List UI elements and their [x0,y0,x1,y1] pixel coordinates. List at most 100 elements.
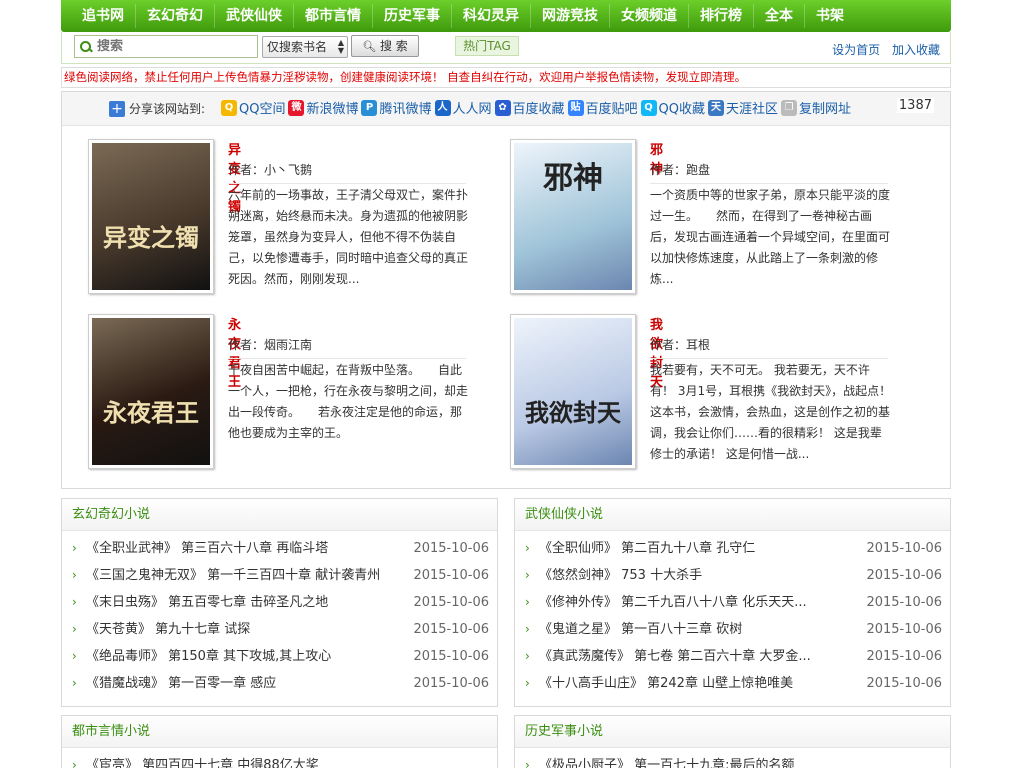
chapter-link[interactable]: 《鬼道之星》 第一百八十三章 砍树 [539,616,742,643]
book-cover[interactable]: 异变之镯 [88,139,214,294]
category-list: › 《全职业武神》 第三百六十八章 再临斗塔 2015-10-06 › 《三国之鬼神无双… [62,531,497,697]
nav-item-5[interactable]: 科幻灵异 [451,4,530,28]
list-item: › 《猎魔战魂》 第一百零一章 感应 2015-10-06 [62,670,497,697]
share-link-7[interactable]: 天天涯社区 [708,98,778,117]
hot-tag-button[interactable]: 热门TAG [455,36,519,56]
share-link-label: 百度贴吧 [585,102,638,117]
nav-item-0[interactable]: 追书网 [71,4,135,28]
nav-item-4[interactable]: 历史军事 [372,4,451,28]
share-link-5[interactable]: 贴百度贴吧 [567,98,638,117]
share-link-2[interactable]: P 腾讯微博 [361,98,432,117]
chapter-link[interactable]: 《末日虫殇》 第五百零七章 击碎圣凡之地 [86,589,328,616]
chevron-right-icon: › [525,676,530,690]
share-link-label: 人人网 [452,102,492,117]
chapter-link[interactable]: 《绝品毒师》 第150章 其下攻城,其上攻心 [86,643,331,670]
share-count: 1387 [896,98,934,113]
search-input-wrapper[interactable] [74,35,258,58]
chapter-date: 2015-10-06 [866,568,942,583]
category-box: 武侠仙侠小说 › 《全职仙师》 第二百九十八章 孔守仁 2015-10-06 › 《悠然剑… [514,498,951,707]
chapter-date: 2015-10-06 [413,649,489,664]
share-link-3[interactable]: 人人人网 [434,98,492,117]
chapter-date: 2015-10-06 [866,595,942,610]
book-cover[interactable]: 我欲封天 [510,314,636,469]
chevron-right-icon: › [525,541,530,555]
chevron-right-icon: › [525,622,530,636]
copy-icon: ❐ [781,99,798,116]
nav-item-7[interactable]: 女频频道 [609,4,688,28]
category-title[interactable]: 都市言情小说 [62,716,497,748]
share-link-label: QQ收藏 [658,102,706,117]
category-box: 玄幻奇幻小说 › 《全职业武神》 第三百六十八章 再临斗塔 2015-10-06 › 《三… [61,498,498,707]
book-description: 千夜自困苦中崛起，在背叛中坠落。 自此一个人，一把枪，行在永夜与黎明之间，却走出… [228,363,469,440]
chapter-link[interactable]: 《修神外传》 第二千九百八十八章 化乐天天... [539,589,807,616]
search-button[interactable]: 🔍︎ 搜 索 [351,35,419,57]
nav-item-9[interactable]: 全本 [753,4,804,28]
chapter-date: 2015-10-06 [866,649,942,664]
chevron-right-icon: › [72,676,77,690]
list-item: › 《全职业武神》 第三百六十八章 再临斗塔 2015-10-06 [62,535,497,562]
book-author: 作者：小丶飞鹅 [228,161,466,184]
chapter-date: 2015-10-06 [413,568,489,583]
chapter-link[interactable]: 《猎魔战魂》 第一百零一章 感应 [86,670,276,697]
select-arrows-icon: ▲ ▼ [337,38,344,55]
share-link-label: 百度收藏 [512,102,565,117]
chevron-right-icon: › [72,758,77,768]
share-link-8[interactable]: ❐ 复制网址 [781,98,851,117]
category-title[interactable]: 历史军事小说 [515,716,950,748]
category-title[interactable]: 武侠仙侠小说 [515,499,950,531]
share-link-6[interactable]: Q QQ收藏 [640,98,706,117]
book-description: 我若要有，天不可无。 我若要无，天不许有！ 3月1号，耳根携《我欲封天》，战起点… [650,363,892,461]
tieba-icon: 贴 [567,99,584,116]
share-links: Q QQ空间微新浪微博 P 腾讯微博人人人网 ✿ 百度收藏贴百度贴吧 Q QQ收藏天天涯社区 ❐… [221,98,854,117]
share-link-1[interactable]: 微新浪微博 [288,98,358,117]
set-homepage-link[interactable]: 设为首页 [832,43,880,57]
list-item: › 《修神外传》 第二千九百八十八章 化乐天天... 2015-10-06 [515,589,950,616]
chapter-link[interactable]: 《极品小厨子》 第一百七十九章:最后的名额 [539,752,795,768]
chapter-link[interactable]: 《天苍黄》 第九十七章 试探 [86,616,250,643]
chapter-link[interactable]: 《真武荡魔传》 第七卷 第二百六十章 大罗金... [539,643,811,670]
nav-item-2[interactable]: 武侠仙侠 [214,4,293,28]
chapter-link[interactable]: 《三国之鬼神无双》 第一千三百四十章 献计袭青州 [86,562,380,589]
list-item: › 《十八高手山庄》 第242章 山壁上惊艳唯美 2015-10-06 [515,670,950,697]
qzone-icon: Q [221,99,237,116]
chevron-right-icon: › [72,622,77,636]
list-item: › 《末日虫殇》 第五百零七章 击碎圣凡之地 2015-10-06 [62,589,497,616]
nav-item-1[interactable]: 玄幻奇幻 [135,4,214,28]
chapter-date: 2015-10-06 [413,541,489,556]
chapter-date: 2015-10-06 [866,622,942,637]
list-item: › 《天苍黄》 第九十七章 试探 2015-10-06 [62,616,497,643]
category-box: 历史军事小说 › 《极品小厨子》 第一百七十九章:最后的名额 [514,715,951,768]
nav-item-3[interactable]: 都市言情 [293,4,372,28]
chapter-link[interactable]: 《全职仙师》 第二百九十八章 孔守仁 [539,535,755,562]
chapter-link[interactable]: 《全职业武神》 第三百六十八章 再临斗塔 [86,535,328,562]
chevron-right-icon: › [72,541,77,555]
nav-item-8[interactable]: 排行榜 [688,4,753,28]
category-title[interactable]: 玄幻奇幻小说 [62,499,497,531]
chapter-date: 2015-10-06 [866,676,942,691]
book-cover[interactable]: 邪神 [510,139,636,294]
search-input[interactable] [97,39,247,54]
weibo-icon: 微 [288,99,305,116]
chapter-link[interactable]: 《十八高手山庄》 第242章 山壁上惊艳唯美 [539,670,793,697]
share-link-0[interactable]: Q QQ空间 [221,98,285,117]
nav-item-10[interactable]: 书架 [804,4,855,28]
chapter-link[interactable]: 《宦亮》 第四百四十七章 中得88亿大奖 [86,752,319,768]
chapter-link[interactable]: 《悠然剑神》 753 十大杀手 [539,562,702,589]
book-cover-image: 永夜君王 [92,318,210,465]
search-scope-select[interactable]: 仅搜索书名 ▲ ▼ [262,36,348,58]
book-cover-image: 我欲封天 [514,318,632,465]
search-button-label: 搜 索 [379,39,408,53]
list-item: › 《悠然剑神》 753 十大杀手 2015-10-06 [515,562,950,589]
chevron-right-icon: › [525,649,530,663]
chevron-right-icon: › [72,595,77,609]
share-link-label: 复制网址 [799,102,852,117]
nav-item-6[interactable]: 网游竞技 [530,4,609,28]
book-cover-title: 异变之镯 [103,224,199,252]
book-author: 作者：跑盘 [650,161,888,184]
share-link-4[interactable]: ✿ 百度收藏 [494,98,565,117]
share-link-label: 新浪微博 [306,102,359,117]
book-description: 六年前的一场事故，王子清父母双亡，案件扑朔迷离，始终悬而未决。身为遗孤的他被阴影… [228,188,469,286]
add-favorite-link[interactable]: 加入收藏 [892,43,940,57]
book-cover[interactable]: 永夜君王 [88,314,214,469]
chapter-date: 2015-10-06 [413,622,489,637]
